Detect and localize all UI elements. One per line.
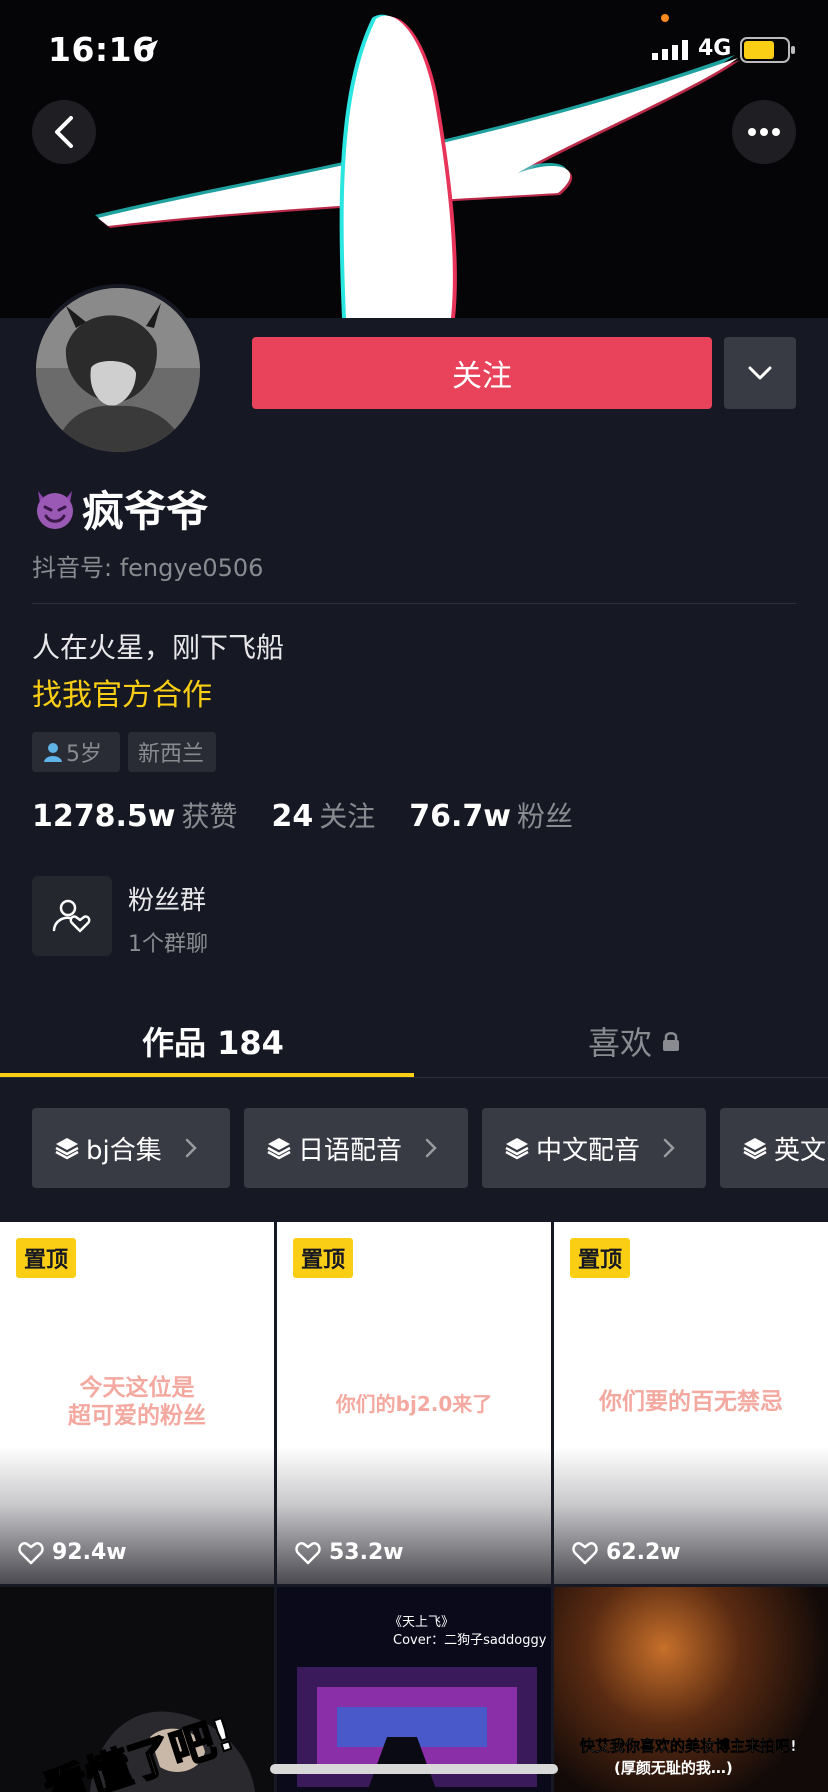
following-label: 关注 bbox=[319, 800, 376, 833]
video-likes-count: 92.4w bbox=[52, 1540, 127, 1565]
video-likes-count: 53.2w bbox=[329, 1540, 404, 1565]
profile-name: 疯爷爷 bbox=[82, 486, 209, 536]
pinned-badge: 置顶 bbox=[293, 1238, 354, 1278]
video-thumbnail[interactable]: 《天上飞》 Cover：二狗子saddoggy bbox=[277, 1587, 551, 1792]
region-tag: 新西兰 bbox=[128, 732, 216, 772]
collection-chip[interactable]: bj合集 bbox=[32, 1108, 230, 1188]
video-likes-count: 62.2w bbox=[606, 1540, 681, 1565]
region-label: 新西兰 bbox=[138, 742, 205, 767]
recommend-dropdown-button[interactable] bbox=[724, 337, 796, 409]
age-label: 5岁 bbox=[66, 742, 102, 767]
collection-chip[interactable]: 日语配音 bbox=[244, 1108, 468, 1188]
video-overlay-text: 快艾我你喜欢的美妆博主来拍吧! bbox=[580, 1737, 797, 1756]
chevron-right-icon bbox=[425, 1138, 437, 1158]
signal-icon bbox=[652, 40, 688, 60]
video-caption-line: 你们的bj2.0来了 bbox=[335, 1392, 493, 1416]
layers-icon bbox=[267, 1138, 291, 1160]
smiling-devil-emoji-icon bbox=[37, 491, 73, 529]
likes-count[interactable]: 1278.5w bbox=[32, 799, 175, 834]
video-thumbnail[interactable]: 置顶 你们的bj2.0来了 53.2w bbox=[277, 1222, 551, 1584]
age-tag: 5岁 bbox=[32, 732, 120, 772]
video-caption: 你们的bj2.0来了 bbox=[277, 1390, 551, 1418]
avatar[interactable] bbox=[32, 284, 204, 456]
profile-banner: 16:16 4G bbox=[0, 0, 828, 318]
video-overlay-text: Cover：二狗子saddoggy bbox=[393, 1633, 547, 1648]
video-caption-line: 超可爱的粉丝 bbox=[68, 1403, 206, 1429]
back-button[interactable] bbox=[32, 100, 96, 164]
collection-label: 英文 bbox=[774, 1135, 827, 1166]
business-contact-link[interactable]: 找我官方合作 bbox=[32, 670, 212, 714]
profile-stats: 1278.5w 获赞 24 关注 76.7w 粉丝 bbox=[32, 795, 607, 835]
collection-chip[interactable]: 英文 bbox=[720, 1108, 828, 1188]
person-icon bbox=[44, 743, 62, 762]
video-caption: 今天这位是 超可爱的粉丝 bbox=[0, 1374, 274, 1430]
chevron-right-icon bbox=[663, 1138, 675, 1158]
network-type: 4G bbox=[698, 36, 732, 61]
video-caption-line: 今天这位是 bbox=[79, 1375, 195, 1401]
video-likes: 53.2w bbox=[295, 1540, 404, 1565]
collections-row: bj合集 日语配音 中文配音 英文 bbox=[0, 1108, 828, 1190]
tab-likes[interactable]: 喜欢 bbox=[588, 1018, 680, 1064]
pinned-badge: 置顶 bbox=[16, 1238, 77, 1278]
collection-label: 日语配音 bbox=[298, 1135, 403, 1166]
status-bar: 16:16 4G bbox=[0, 0, 828, 100]
home-indicator[interactable] bbox=[270, 1764, 558, 1774]
collection-chip[interactable]: 中文配音 bbox=[482, 1108, 706, 1188]
layers-icon bbox=[505, 1138, 529, 1160]
video-thumbnail[interactable]: 看懂了吧! bbox=[0, 1587, 274, 1792]
video-likes: 92.4w bbox=[18, 1540, 127, 1565]
chevron-right-icon bbox=[185, 1138, 197, 1158]
active-tab-indicator bbox=[0, 1073, 414, 1077]
bio-text: 人在火星，刚下飞船 bbox=[32, 631, 285, 664]
tab-works[interactable]: 作品 184 bbox=[142, 1018, 284, 1064]
layers-icon bbox=[743, 1138, 767, 1160]
lock-icon bbox=[663, 1032, 680, 1051]
likes-label: 获赞 bbox=[181, 800, 238, 833]
fan-group-title[interactable]: 粉丝群 bbox=[128, 880, 206, 917]
followers-count[interactable]: 76.7w bbox=[409, 799, 511, 834]
back-arrow-icon bbox=[55, 116, 73, 148]
douyin-id: 抖音号: fengye0506 bbox=[32, 554, 264, 582]
camera-indicator bbox=[661, 14, 669, 22]
chevron-down-icon bbox=[748, 366, 772, 380]
profile-name-row: 疯爷爷 bbox=[32, 480, 208, 536]
followers-label: 粉丝 bbox=[517, 800, 574, 833]
fan-group-subtitle: 1个群聊 bbox=[128, 932, 208, 957]
collection-label: 中文配音 bbox=[536, 1135, 641, 1166]
heart-icon bbox=[295, 1541, 321, 1564]
fan-group-button[interactable] bbox=[32, 876, 112, 956]
video-thumbnail[interactable]: 置顶 你们要的百无禁忌 62.2w bbox=[554, 1222, 828, 1584]
collection-label: bj合集 bbox=[86, 1135, 162, 1166]
fan-group-icon bbox=[52, 899, 91, 933]
more-dots-icon bbox=[748, 128, 780, 136]
video-overlay-text: 《天上飞》 bbox=[389, 1615, 455, 1630]
location-arrow-icon bbox=[140, 40, 158, 58]
video-thumbnail[interactable]: 快艾我你喜欢的美妆博主来拍吧! (厚颜无耻的我…) bbox=[554, 1587, 828, 1792]
tab-likes-label: 喜欢 bbox=[588, 1024, 653, 1062]
follow-button[interactable]: 关注 bbox=[252, 337, 712, 409]
video-thumbnail[interactable]: 置顶 今天这位是 超可爱的粉丝 92.4w bbox=[0, 1222, 274, 1584]
heart-icon bbox=[18, 1541, 44, 1564]
avatar-photo bbox=[36, 288, 200, 452]
more-button[interactable] bbox=[732, 100, 796, 164]
pinned-badge: 置顶 bbox=[570, 1238, 631, 1278]
video-caption: 你们要的百无禁忌 bbox=[554, 1388, 828, 1416]
video-caption-line: 你们要的百无禁忌 bbox=[599, 1389, 783, 1415]
content-tabs: 作品 184 喜欢 bbox=[0, 1000, 828, 1078]
video-overlay-text: (厚颜无耻的我…) bbox=[614, 1759, 733, 1777]
battery-icon bbox=[740, 37, 795, 63]
video-likes: 62.2w bbox=[572, 1540, 681, 1565]
divider bbox=[32, 603, 796, 604]
heart-icon bbox=[572, 1541, 598, 1564]
following-count[interactable]: 24 bbox=[272, 799, 314, 834]
layers-icon bbox=[55, 1138, 79, 1160]
